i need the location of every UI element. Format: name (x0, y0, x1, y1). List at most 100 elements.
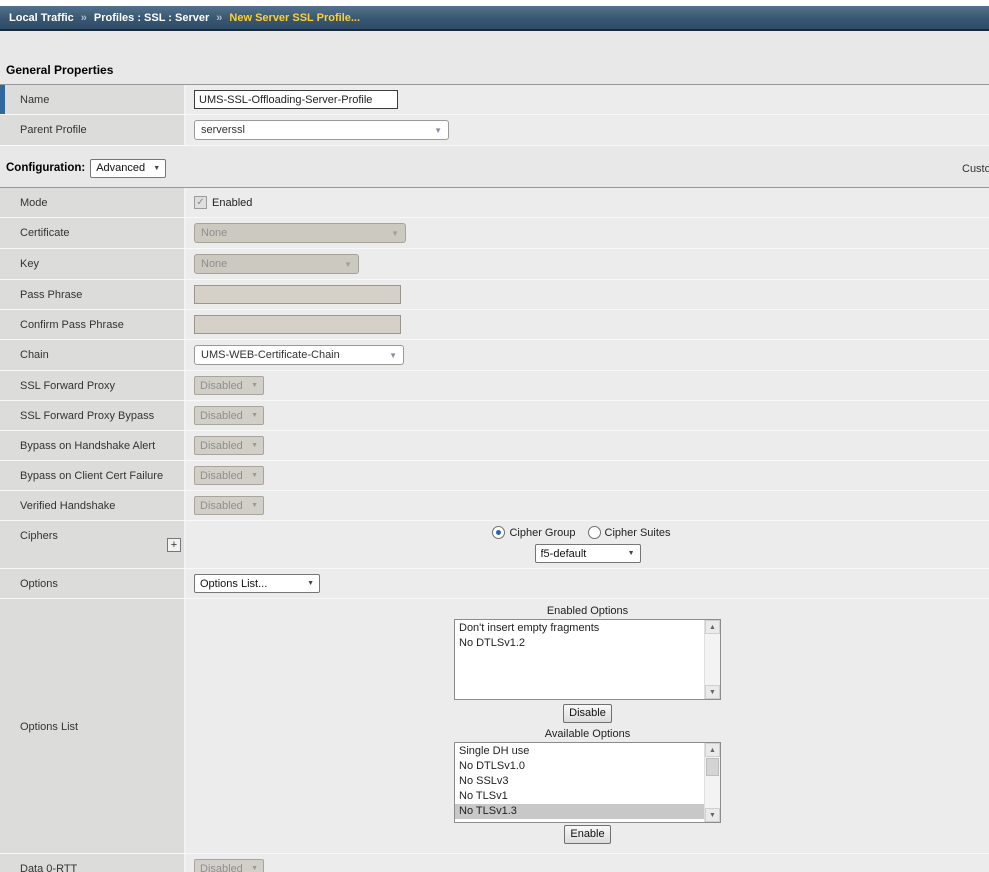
mode-checkbox-label: Enabled (212, 197, 252, 209)
enabled-option-item[interactable]: No DTLSv1.2 (455, 636, 704, 651)
available-options-title: Available Options (545, 728, 630, 740)
available-options-scrollbar[interactable]: ▲ ▼ (704, 743, 720, 822)
enable-button[interactable]: Enable (564, 825, 610, 844)
options-value: Options List... (200, 578, 299, 590)
enabled-options-scrollbar[interactable]: ▲ ▼ (704, 620, 720, 699)
row-ssl-forward-proxy: SSL Forward Proxy Disabled ▼ (0, 371, 989, 401)
general-properties-title: General Properties (6, 63, 989, 77)
breadcrumb-local-traffic[interactable]: Local Traffic (9, 12, 74, 24)
general-properties-table: Name Parent Profile serverssl ▼ (0, 84, 989, 146)
breadcrumb: Local Traffic » Profiles : SSL : Server … (0, 6, 989, 31)
data-0rtt-label: Data 0-RTT (0, 854, 186, 872)
bypass-on-handshake-alert-select: Disabled ▼ (194, 436, 264, 455)
row-bypass-on-client-cert-failure: Bypass on Client Cert Failure Disabled ▼ (0, 461, 989, 491)
cipher-group-radio-label: Cipher Group (509, 527, 575, 539)
scroll-down-icon[interactable]: ▼ (705, 808, 720, 822)
chain-label: Chain (0, 340, 186, 370)
dropdown-arrow-icon: ▼ (153, 165, 160, 172)
configuration-label: Configuration: (6, 162, 85, 174)
dropdown-arrow-icon: ▼ (251, 502, 258, 509)
dropdown-arrow-icon: ▼ (251, 472, 258, 479)
bypass-on-handshake-alert-label: Bypass on Handshake Alert (0, 431, 186, 460)
row-data-0rtt: Data 0-RTT Disabled ▼ (0, 854, 989, 872)
available-option-item[interactable]: Single DH use (455, 744, 704, 759)
ssl-forward-proxy-label: SSL Forward Proxy (0, 371, 186, 400)
row-bypass-on-handshake-alert: Bypass on Handshake Alert Disabled ▼ (0, 431, 989, 461)
options-list-label: Options List (20, 721, 78, 733)
row-key: Key None ▼ (0, 249, 989, 280)
configuration-level-select[interactable]: Advanced ▼ (90, 159, 166, 178)
available-options-listbox[interactable]: Single DH useNo DTLSv1.0No SSLv3No TLSv1… (454, 742, 721, 823)
configuration-level-value: Advanced (96, 162, 145, 174)
confirm-pass-phrase-input (194, 315, 401, 334)
breadcrumb-current-page: New Server SSL Profile... (229, 12, 360, 24)
checkmark-icon: ✓ (196, 198, 204, 208)
pass-phrase-label: Pass Phrase (0, 280, 186, 309)
breadcrumb-separator-icon: » (81, 12, 87, 24)
chain-select[interactable]: UMS-WEB-Certificate-Chain ▼ (194, 345, 404, 365)
scroll-up-icon[interactable]: ▲ (705, 743, 720, 757)
dropdown-arrow-icon: ▼ (251, 865, 258, 872)
available-option-item[interactable]: No DTLSv1.0 (455, 759, 704, 774)
ssl-forward-proxy-bypass-select: Disabled ▼ (194, 406, 264, 425)
options-label: Options (0, 569, 186, 598)
certificate-label: Certificate (0, 218, 186, 248)
dropdown-arrow-icon: ▼ (307, 580, 314, 587)
certificate-select: None ▼ (194, 223, 406, 243)
bypass-on-client-cert-failure-label: Bypass on Client Cert Failure (0, 461, 186, 490)
name-input[interactable] (194, 90, 398, 109)
available-option-item[interactable]: No SSLv3 (455, 774, 704, 789)
parent-profile-label: Parent Profile (0, 115, 186, 145)
enabled-option-item[interactable]: Don't insert empty fragments (455, 621, 704, 636)
cipher-group-select[interactable]: f5-default ▼ (535, 544, 641, 563)
cipher-group-value: f5-default (541, 548, 620, 560)
cipher-suites-radio-label: Cipher Suites (605, 527, 671, 539)
pass-phrase-input (194, 285, 401, 304)
row-options: Options Options List... ▼ (0, 569, 989, 599)
certificate-value: None (201, 227, 385, 239)
name-label: Name (0, 85, 186, 114)
ciphers-label: Ciphers (20, 530, 58, 542)
mode-label: Mode (0, 188, 186, 217)
cipher-suites-radio[interactable] (588, 526, 601, 539)
bypass-on-client-cert-failure-value: Disabled (200, 470, 243, 482)
bypass-on-client-cert-failure-select: Disabled ▼ (194, 466, 264, 485)
disable-button[interactable]: Disable (563, 704, 612, 723)
expand-plus-button[interactable]: + (167, 538, 181, 552)
mode-enabled-checkbox: ✓ (194, 196, 207, 209)
available-option-item[interactable]: No TLSv1 (455, 789, 704, 804)
ssl-forward-proxy-select: Disabled ▼ (194, 376, 264, 395)
key-label: Key (0, 249, 186, 279)
breadcrumb-profiles-ssl-server[interactable]: Profiles : SSL : Server (94, 12, 209, 24)
options-select[interactable]: Options List... ▼ (194, 574, 320, 593)
dropdown-arrow-icon: ▼ (251, 442, 258, 449)
dropdown-arrow-icon: ▼ (251, 412, 258, 419)
enabled-options-title: Enabled Options (547, 605, 628, 617)
chain-value: UMS-WEB-Certificate-Chain (201, 349, 383, 361)
parent-profile-select[interactable]: serverssl ▼ (194, 120, 449, 140)
row-mode: Mode ✓ Enabled (0, 188, 989, 218)
row-confirm-pass-phrase: Confirm Pass Phrase (0, 310, 989, 340)
ssl-forward-proxy-bypass-value: Disabled (200, 410, 243, 422)
breadcrumb-separator-icon: » (216, 12, 222, 24)
scroll-up-icon[interactable]: ▲ (705, 620, 720, 634)
scrollbar-thumb[interactable] (706, 758, 719, 776)
cipher-group-radio[interactable] (492, 526, 505, 539)
custom-column-header: Custom (962, 163, 989, 175)
confirm-pass-phrase-label: Confirm Pass Phrase (0, 310, 186, 339)
bypass-on-handshake-alert-value: Disabled (200, 440, 243, 452)
enabled-options-listbox[interactable]: Don't insert empty fragmentsNo DTLSv1.2 … (454, 619, 721, 700)
ciphers-label-cell: Ciphers + (0, 521, 186, 568)
row-options-list: Options List Enabled Options Don't inser… (0, 599, 989, 854)
scroll-down-icon[interactable]: ▼ (705, 685, 720, 699)
ssl-forward-proxy-bypass-label: SSL Forward Proxy Bypass (0, 401, 186, 430)
data-0rtt-select: Disabled ▼ (194, 859, 264, 872)
available-option-item[interactable]: No TLSv1.3 (455, 804, 704, 819)
dropdown-arrow-icon: ▼ (434, 126, 442, 135)
parent-profile-value: serverssl (201, 124, 428, 136)
row-parent-profile: Parent Profile serverssl ▼ (0, 115, 989, 146)
verified-handshake-value: Disabled (200, 500, 243, 512)
dropdown-arrow-icon: ▼ (628, 550, 635, 557)
data-0rtt-value: Disabled (200, 863, 243, 872)
options-list-label-cell: Options List (0, 599, 186, 853)
